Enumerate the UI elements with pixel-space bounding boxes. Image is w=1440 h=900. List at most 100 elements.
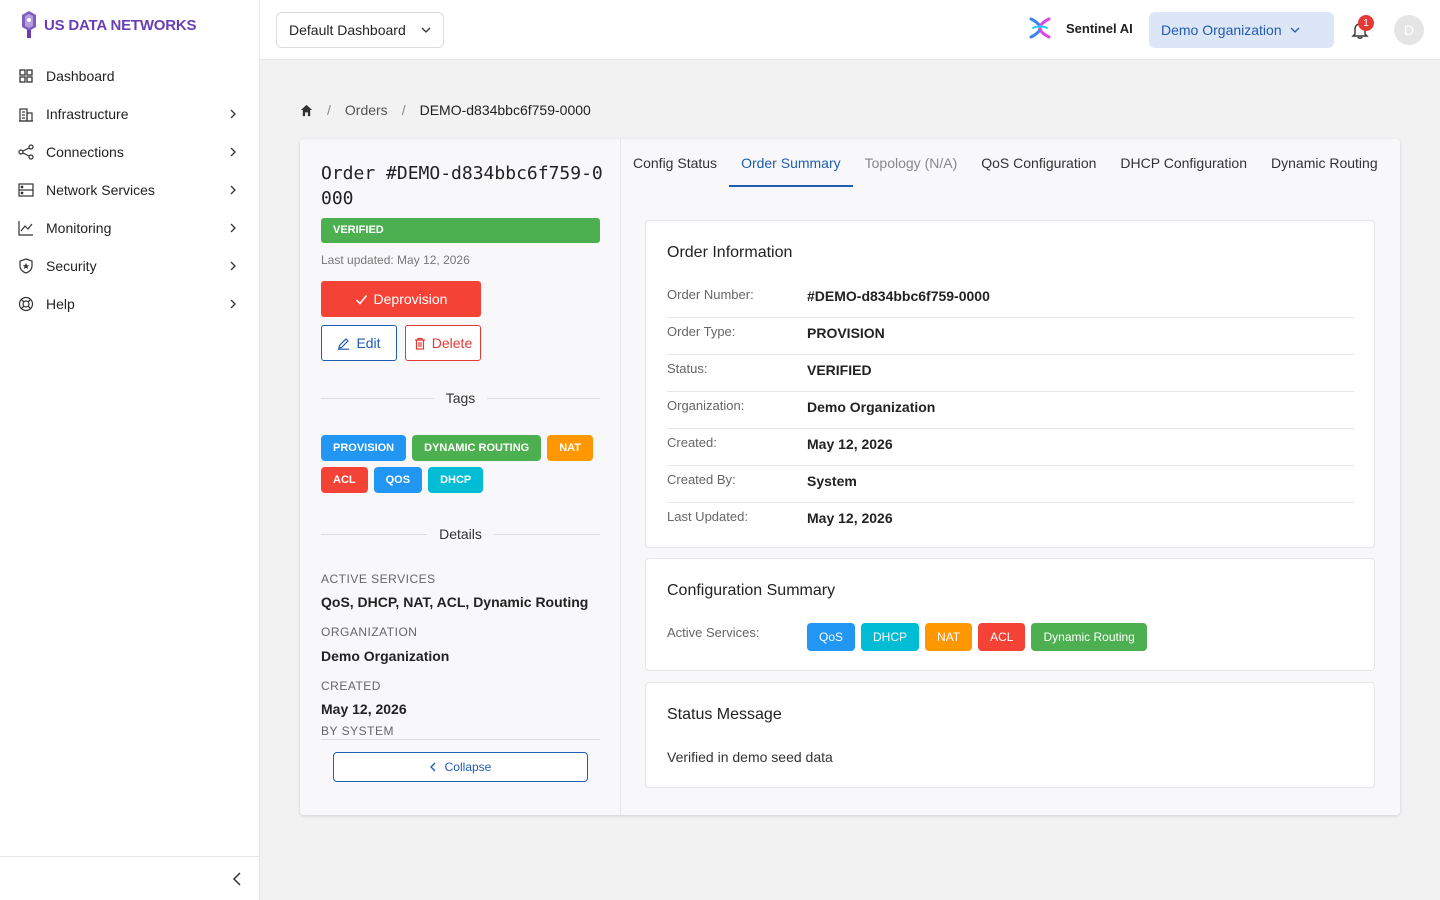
tag-dhcp: DHCP: [428, 467, 484, 493]
info-value: VERIFIED: [807, 362, 872, 378]
sentinel-ai-label: Sentinel AI: [1066, 20, 1133, 36]
pencil-icon: [338, 337, 350, 350]
info-label: Created By:: [667, 472, 736, 487]
tab-qos-configuration[interactable]: QoS Configuration: [969, 139, 1108, 187]
created-label: CREATED: [321, 679, 381, 693]
service-tag-list: QoS DHCP NAT ACL Dynamic Routing: [807, 623, 1147, 651]
tags-divider: Tags: [321, 388, 600, 408]
service-tag-dhcp: DHCP: [861, 623, 920, 651]
sidebar-item-label: Dashboard: [46, 68, 115, 84]
tag-provision: PROVISION: [321, 435, 407, 461]
info-row-created-by: Created By: System: [667, 466, 1354, 503]
order-title: Order #DEMO-d834bbc6f759-0000: [321, 163, 603, 209]
top-bar: Default Dashboard Sentinel AI Demo Organ…: [260, 0, 1440, 60]
sidebar-item-label: Help: [46, 296, 75, 312]
info-row-organization: Organization: Demo Organization: [667, 392, 1354, 429]
sidebar-footer: [0, 856, 260, 900]
sentinel-ai-button[interactable]: Sentinel AI: [1028, 16, 1133, 40]
info-value: PROVISION: [807, 325, 885, 341]
status-message-section: Status Message Verified in demo seed dat…: [645, 682, 1375, 788]
shield-icon: [18, 258, 34, 274]
service-tag-qos: QoS: [807, 623, 856, 651]
sidebar-item-network-services[interactable]: Network Services: [0, 171, 260, 209]
section-title: Order Information: [667, 244, 793, 261]
tag-nat: NAT: [547, 435, 594, 461]
chevron-right-icon: [230, 299, 236, 309]
brand-logo[interactable]: US DATA NETWORKS: [20, 10, 197, 40]
home-icon[interactable]: [300, 104, 313, 117]
deprovision-button[interactable]: Deprovision: [321, 281, 481, 317]
info-row-order-type: Order Type: PROVISION: [667, 318, 1354, 355]
sidebar-item-label: Connections: [46, 144, 124, 160]
sidebar-nav: Dashboard Infrastructure Connections Net…: [0, 57, 260, 323]
deprovision-label: Deprovision: [373, 291, 448, 307]
tag-qos: QOS: [373, 467, 423, 493]
info-row-order-number: Order Number: #DEMO-d834bbc6f759-0000: [667, 281, 1354, 318]
tab-topology[interactable]: Topology (N/A): [853, 139, 970, 187]
breadcrumb-separator: /: [327, 102, 331, 118]
info-label: Order Type:: [667, 324, 736, 339]
info-value: May 12, 2026: [807, 510, 893, 526]
sentinel-ai-icon: [1029, 17, 1051, 39]
edit-label: Edit: [356, 335, 381, 351]
info-label: Status:: [667, 361, 708, 376]
info-value: System: [807, 473, 857, 489]
details-divider: Details: [321, 524, 600, 544]
trash-icon: [414, 337, 425, 350]
info-row-created: Created: May 12, 2026: [667, 429, 1354, 466]
edit-button[interactable]: Edit: [321, 325, 397, 361]
chevron-right-icon: [230, 185, 236, 195]
info-label: Organization:: [667, 398, 745, 413]
tag-dynamic-routing: DYNAMIC ROUTING: [412, 435, 542, 461]
organization-label: ORGANIZATION: [321, 625, 418, 639]
chart-line-icon: [18, 220, 34, 236]
breadcrumb-current: DEMO-d834bbc6f759-0000: [419, 102, 591, 118]
tab-order-summary[interactable]: Order Summary: [729, 139, 853, 187]
chevron-left-icon: [429, 762, 436, 772]
collapse-button[interactable]: Collapse: [333, 752, 588, 782]
organization-select[interactable]: Demo Organization: [1149, 12, 1334, 48]
sidebar-item-infrastructure[interactable]: Infrastructure: [0, 95, 260, 133]
info-row-status: Status: VERIFIED: [667, 355, 1354, 392]
tag-list: PROVISION DYNAMIC ROUTING NAT ACL QOS DH…: [321, 435, 606, 493]
delete-button[interactable]: Delete: [405, 325, 481, 361]
tab-bar: Config Status Order Summary Topology (N/…: [621, 139, 1400, 187]
info-label: Last Updated:: [667, 509, 748, 524]
chevron-left-icon[interactable]: [230, 871, 244, 887]
details-heading: Details: [439, 526, 482, 542]
breadcrumb: / Orders / DEMO-d834bbc6f759-0000: [300, 100, 591, 120]
created-value: May 12, 2026: [321, 701, 407, 717]
brand-name: US DATA NETWORKS: [44, 16, 197, 34]
dashboard-select-value: Default Dashboard: [289, 22, 406, 38]
breadcrumb-orders[interactable]: Orders: [345, 102, 388, 118]
info-value: May 12, 2026: [807, 436, 893, 452]
sidebar-item-dashboard[interactable]: Dashboard: [0, 57, 260, 95]
organization-value: Demo Organization: [321, 648, 450, 664]
share-icon: [18, 144, 34, 160]
last-updated: Last updated: May 12, 2026: [321, 253, 470, 267]
sidebar-item-security[interactable]: Security: [0, 247, 260, 285]
sidebar-item-label: Monitoring: [46, 220, 112, 236]
dashboard-select[interactable]: Default Dashboard: [276, 12, 444, 48]
tab-dhcp-configuration[interactable]: DHCP Configuration: [1108, 139, 1259, 187]
sidebar-item-connections[interactable]: Connections: [0, 133, 260, 171]
order-side-panel: Order #DEMO-d834bbc6f759-0000 VERIFIED L…: [300, 139, 621, 815]
sidebar-item-label: Infrastructure: [46, 106, 129, 122]
tag-acl: ACL: [321, 467, 368, 493]
check-icon: [355, 294, 367, 305]
breadcrumb-separator: /: [401, 102, 406, 118]
tab-config-status[interactable]: Config Status: [621, 139, 729, 187]
avatar[interactable]: D: [1394, 15, 1424, 45]
sidebar-item-label: Network Services: [46, 182, 155, 198]
sidebar-item-help[interactable]: Help: [0, 285, 260, 323]
tab-dynamic-routing[interactable]: Dynamic Routing: [1259, 139, 1390, 187]
section-title: Status Message: [667, 706, 782, 723]
sidebar-item-monitoring[interactable]: Monitoring: [0, 209, 260, 247]
chevron-down-icon: [421, 27, 431, 33]
order-card: Order #DEMO-d834bbc6f759-0000 VERIFIED L…: [300, 139, 1400, 815]
chevron-right-icon: [230, 261, 236, 271]
info-value: Demo Organization: [807, 399, 936, 415]
configuration-summary-section: Configuration Summary Active Services: Q…: [645, 558, 1375, 671]
chevron-right-icon: [230, 147, 236, 157]
active-services-value: QoS, DHCP, NAT, ACL, Dynamic Routing: [321, 594, 589, 610]
